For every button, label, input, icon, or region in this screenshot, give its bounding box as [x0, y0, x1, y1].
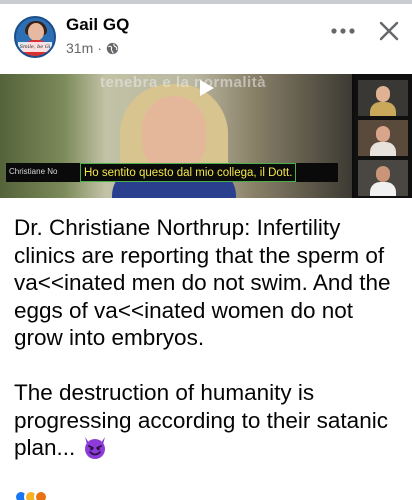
subtitle-bar: Christiane No Ho sentito questo dal mio …: [6, 163, 338, 182]
play-icon[interactable]: [196, 78, 216, 98]
subtitle-speaker-name: Christiane No: [9, 167, 58, 176]
video-watermark: tenebra e la normalità: [100, 74, 267, 91]
post-meta: 31m ·: [66, 40, 119, 56]
video-player[interactable]: tenebra e la normalità Christiane No Ho …: [0, 74, 412, 198]
participant-tile: [358, 80, 408, 116]
post-timestamp[interactable]: 31m: [66, 40, 93, 56]
angry-icon: [34, 490, 48, 500]
reactions-bar[interactable]: [0, 484, 412, 500]
meta-separator: ·: [97, 40, 102, 56]
more-options-button[interactable]: [325, 18, 361, 44]
participant-tile: [358, 160, 408, 196]
video-main-speaker: tenebra e la normalità Christiane No Ho …: [0, 74, 352, 198]
smiling-devil-emoji: [84, 437, 105, 459]
participant-tile: [358, 120, 408, 156]
participant-strip: [354, 74, 412, 198]
post-header: Smile, be Gi Gail GQ 31m ·: [0, 4, 412, 70]
post-body: Dr. Christiane Northrup: Infertility cli…: [14, 215, 391, 460]
more-horizontal-icon: [331, 28, 355, 34]
author-name[interactable]: Gail GQ: [66, 15, 129, 35]
post-body-text: Dr. Christiane Northrup: Infertility cli…: [14, 214, 406, 462]
avatar[interactable]: Smile, be Gi: [14, 16, 56, 58]
globe-icon: [106, 42, 119, 54]
close-button[interactable]: [372, 14, 406, 48]
close-icon: [379, 21, 399, 41]
subtitle-text: Ho sentito questo dal mio collega, il Do…: [80, 163, 297, 182]
reaction-icons: [14, 490, 48, 500]
avatar-caption: Smile, be Gi: [18, 42, 52, 52]
